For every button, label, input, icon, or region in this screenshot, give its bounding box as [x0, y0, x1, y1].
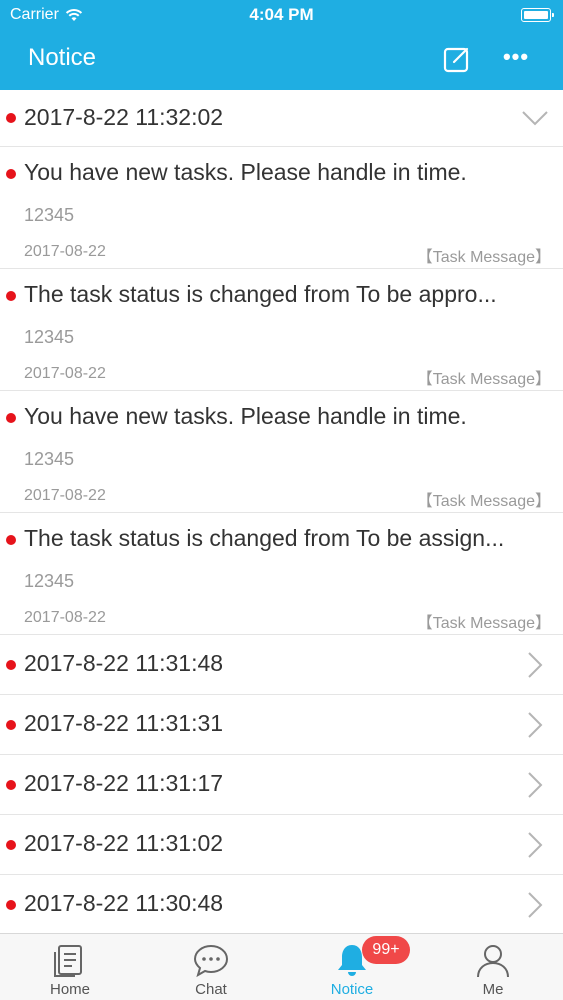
message-type-tag: 【Task Message】 — [416, 371, 551, 388]
message-title: You have new tasks. Please handle in tim… — [24, 403, 467, 429]
notice-list: 2017-8-22 11:32:02 You have new tasks. P… — [0, 90, 563, 933]
message-item[interactable]: The task status is changed from To be ap… — [0, 269, 563, 391]
collapsed-group-item[interactable]: 2017-8-22 11:31:17 — [0, 755, 563, 815]
message-body: 12345 — [24, 571, 75, 591]
message-body: 12345 — [24, 449, 75, 469]
tab-label: Home — [49, 981, 90, 998]
status-time: 4:04 PM — [249, 5, 314, 24]
battery-icon — [521, 8, 554, 22]
nav-bar: Notice ••• — [0, 30, 563, 90]
tab-bar: Home Chat Notice Me — [0, 933, 563, 1000]
unread-dot — [6, 900, 16, 910]
unread-dot — [6, 291, 16, 301]
message-type-tag: 【Task Message】 — [416, 249, 551, 266]
chat-bubble-icon — [193, 944, 229, 978]
more-options-icon[interactable]: ••• — [500, 44, 532, 74]
message-item[interactable]: You have new tasks. Please handle in tim… — [0, 147, 563, 269]
group-datetime: 2017-8-22 11:31:02 — [24, 830, 224, 856]
unread-dot — [6, 780, 16, 790]
page-title: Notice — [28, 44, 97, 71]
message-body: 12345 — [24, 327, 75, 347]
unread-dot — [6, 535, 16, 545]
unread-dot — [6, 840, 16, 850]
compose-icon[interactable] — [442, 44, 472, 74]
header: Carrier 4:04 PM Notice ••• — [0, 0, 563, 90]
message-item[interactable]: The task status is changed from To be as… — [0, 513, 563, 635]
message-title: The task status is changed from To be as… — [24, 525, 505, 551]
message-type-tag: 【Task Message】 — [416, 615, 551, 632]
unread-dot — [6, 720, 16, 730]
chevron-down-icon[interactable] — [521, 106, 549, 130]
status-bar: Carrier 4:04 PM — [0, 0, 563, 30]
notice-badge: 99+ — [362, 936, 410, 964]
unread-dot — [6, 660, 16, 670]
message-title: The task status is changed from To be ap… — [24, 281, 497, 307]
group-datetime: 2017-8-22 11:31:17 — [24, 770, 224, 796]
tab-label: Notice — [330, 981, 374, 998]
collapsed-group-item[interactable]: 2017-8-22 11:31:31 — [0, 695, 563, 755]
chevron-right-icon — [528, 892, 543, 918]
unread-dot — [6, 413, 16, 423]
chevron-right-icon — [528, 712, 543, 738]
chevron-right-icon — [528, 832, 543, 858]
group-datetime: 2017-8-22 11:31:48 — [24, 650, 224, 676]
group-datetime: 2017-8-22 11:31:31 — [24, 710, 224, 736]
unread-dot — [6, 113, 16, 123]
tab-label: Chat — [195, 981, 227, 998]
collapsed-group-item[interactable]: 2017-8-22 11:30:48 — [0, 875, 563, 933]
unread-dot — [6, 169, 16, 179]
group-datetime: 2017-8-22 11:32:02 — [24, 104, 224, 130]
message-date: 2017-08-22 — [24, 365, 106, 382]
collapsed-group-item[interactable]: 2017-8-22 11:31:02 — [0, 815, 563, 875]
message-type-tag: 【Task Message】 — [416, 493, 551, 510]
tab-home[interactable]: Home — [0, 934, 140, 1000]
collapsed-group-item[interactable]: 2017-8-22 11:31:48 — [0, 635, 563, 695]
person-icon — [477, 945, 509, 978]
notice-screen: Carrier 4:04 PM Notice ••• 2017-8-22 11:… — [0, 0, 563, 1000]
message-date: 2017-08-22 — [24, 243, 106, 260]
chevron-right-icon — [528, 652, 543, 678]
message-item[interactable]: You have new tasks. Please handle in tim… — [0, 391, 563, 513]
message-body: 12345 — [24, 205, 75, 225]
group-header[interactable]: 2017-8-22 11:32:02 — [0, 90, 563, 147]
tab-me[interactable]: Me — [423, 934, 563, 1000]
group-datetime: 2017-8-22 11:30:48 — [24, 890, 224, 916]
message-date: 2017-08-22 — [24, 609, 106, 626]
chevron-right-icon — [528, 772, 543, 798]
tab-chat[interactable]: Chat — [141, 934, 281, 1000]
message-title: You have new tasks. Please handle in tim… — [24, 159, 467, 185]
message-date: 2017-08-22 — [24, 487, 106, 504]
tab-label: Me — [482, 981, 504, 998]
document-icon — [54, 945, 82, 977]
